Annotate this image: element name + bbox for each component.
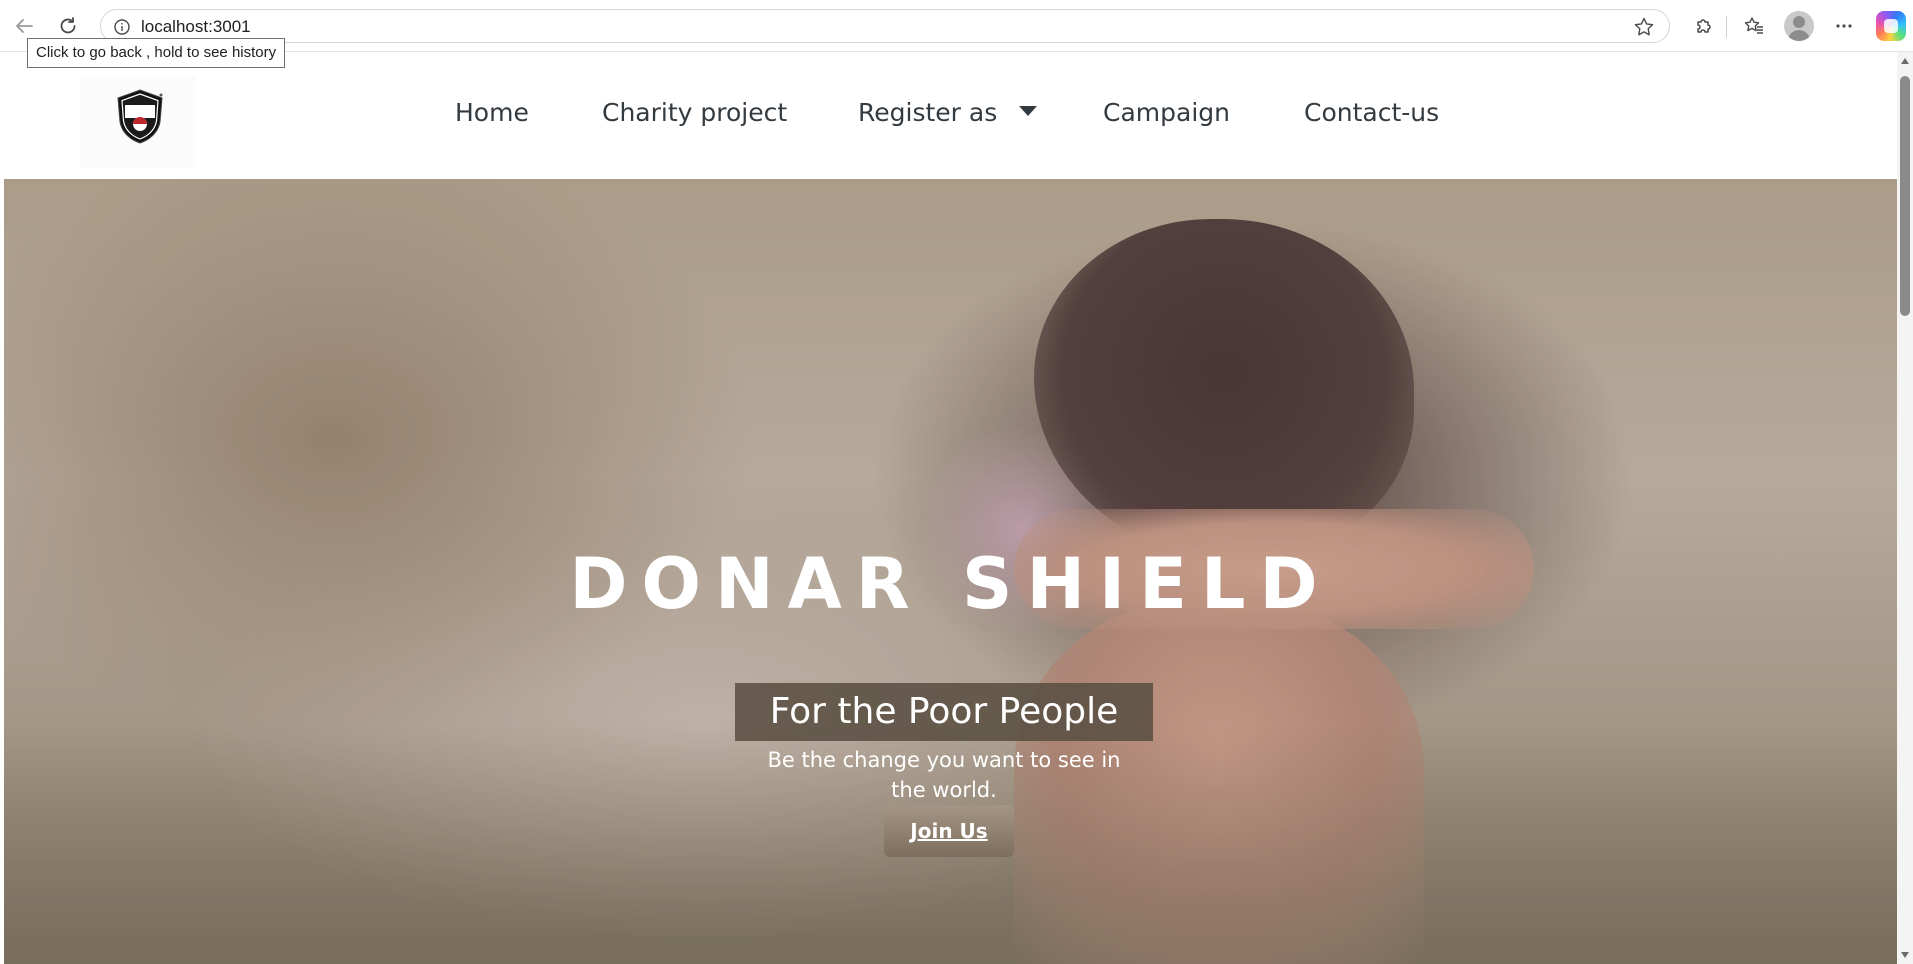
avatar-head [1793, 16, 1805, 28]
puzzle-icon [1697, 19, 1711, 33]
browser-toolbar: localhost:3001 [0, 0, 1913, 52]
hero-subtitle-box: For the Poor People [735, 683, 1153, 741]
shield-logo-icon [117, 89, 163, 144]
hero-tagline: Be the change you want to see in the wor… [767, 748, 1121, 802]
site-logo[interactable] [80, 76, 196, 168]
back-arrow-icon [16, 19, 33, 33]
page-viewport: Home Charity project Register as Campaig… [4, 52, 1897, 964]
avatar-body [1788, 30, 1810, 41]
caret-down-icon [1019, 106, 1038, 116]
site-header: Home Charity project Register as Campaig… [4, 52, 1897, 179]
scroll-thumb[interactable] [1900, 76, 1910, 316]
address-url[interactable]: localhost:3001 [141, 17, 251, 37]
info-icon[interactable] [113, 18, 131, 40]
reload-button[interactable] [54, 12, 82, 40]
toolbar-divider [1726, 16, 1727, 38]
star-icon[interactable] [1633, 16, 1655, 42]
favorites-button[interactable] [1740, 12, 1768, 40]
more-icon [1836, 24, 1852, 28]
nav-home[interactable]: Home [455, 98, 529, 127]
copilot-icon[interactable] [1876, 11, 1906, 41]
address-bar[interactable]: localhost:3001 [100, 9, 1670, 43]
join-us-button[interactable]: Join Us [884, 805, 1014, 857]
hero-title: DONAR SHIELD [569, 543, 1332, 625]
nav-contact-us[interactable]: Contact-us [1304, 98, 1439, 127]
nav-campaign[interactable]: Campaign [1103, 98, 1230, 127]
hero-subtitle: For the Poor People [769, 691, 1119, 732]
avatar[interactable] [1784, 11, 1814, 41]
back-button[interactable] [10, 12, 38, 40]
more-button[interactable] [1830, 12, 1858, 40]
scroll-down-icon[interactable] [1901, 952, 1909, 958]
extensions-button[interactable] [1690, 12, 1718, 40]
reload-icon [60, 17, 76, 34]
nav-charity-project[interactable]: Charity project [602, 98, 787, 127]
favorites-icon [1744, 17, 1763, 34]
hero-section: DONAR SHIELD For the Poor People Be the … [4, 179, 1897, 964]
nav-register-as[interactable]: Register as [858, 98, 1038, 127]
nav-register-as-label: Register as [858, 98, 998, 127]
back-tooltip: Click to go back , hold to see history [27, 38, 286, 68]
copilot-icon-inner [1884, 19, 1898, 33]
scroll-up-icon[interactable] [1901, 58, 1909, 64]
page-scrollbar[interactable] [1897, 52, 1913, 964]
